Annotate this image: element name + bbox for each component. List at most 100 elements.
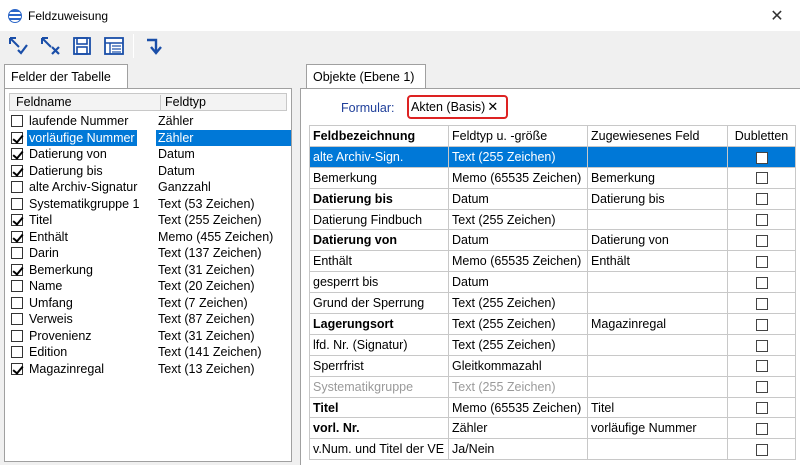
field-checkbox[interactable] xyxy=(11,263,23,276)
table-row[interactable]: gesperrt bis Datum xyxy=(309,271,796,294)
cell-feldbezeichnung[interactable]: Datierung von xyxy=(309,229,449,252)
table-row[interactable]: Grund der Sperrung Text (255 Zeichen) xyxy=(309,292,796,315)
field-checkbox[interactable] xyxy=(11,164,23,177)
cell-feldbezeichnung[interactable]: Bemerkung xyxy=(309,166,449,189)
close-button[interactable]: ✕ xyxy=(754,0,800,31)
field-checkbox[interactable] xyxy=(11,131,23,144)
dubletten-checkbox[interactable] xyxy=(755,402,768,415)
table-row[interactable]: Datierung Findbuch Text (255 Zeichen) xyxy=(309,208,796,231)
table-row[interactable]: Datierung von Datum Datierung von xyxy=(309,229,796,252)
tab-objekte[interactable]: Objekte (Ebene 1) xyxy=(306,64,426,88)
cell-feldbezeichnung[interactable]: Grund der Sperrung xyxy=(309,292,449,315)
dubletten-checkbox[interactable] xyxy=(755,172,768,185)
cell-feldtyp[interactable]: Text (255 Zeichen) xyxy=(448,208,588,231)
field-checkbox[interactable] xyxy=(11,214,23,226)
dubletten-checkbox[interactable] xyxy=(755,193,768,206)
table-row[interactable]: Systematikgruppe Text (255 Zeichen) xyxy=(309,375,796,398)
list-item[interactable]: vorläufige Nummer Zähler xyxy=(9,129,291,147)
formular-select[interactable]: Akten (Basis) ✕ xyxy=(407,95,508,119)
list-item[interactable]: Enthält Memo (455 Zeichen) xyxy=(9,229,291,246)
dubletten-checkbox[interactable] xyxy=(755,360,768,373)
cell-zugewiesenes-feld[interactable]: Magazinregal xyxy=(587,313,728,335)
table-row[interactable]: Titel Memo (65535 Zeichen) Titel xyxy=(309,396,796,419)
cell-feldtyp[interactable]: Text (255 Zeichen) xyxy=(448,313,588,335)
cell-zugewiesenes-feld[interactable]: Bemerkung xyxy=(587,166,728,189)
assign-button[interactable] xyxy=(3,33,33,59)
cell-zugewiesenes-feld[interactable] xyxy=(587,354,728,377)
list-item[interactable]: Verweis Text (87 Zeichen) xyxy=(9,311,291,328)
dubletten-checkbox[interactable] xyxy=(755,214,768,227)
tab-felder-der-tabelle[interactable]: Felder der Tabelle xyxy=(4,64,128,88)
table-row[interactable]: Bemerkung Memo (65535 Zeichen) Bemerkung xyxy=(309,166,796,189)
cell-feldtyp[interactable]: Text (255 Zeichen) xyxy=(448,333,588,356)
unassign-button[interactable] xyxy=(35,33,65,59)
cell-feldbezeichnung[interactable]: Enthält xyxy=(309,250,449,273)
cell-zugewiesenes-feld[interactable]: Datierung von xyxy=(587,229,728,252)
cell-feldbezeichnung[interactable]: lfd. Nr. (Signatur) xyxy=(309,333,449,356)
field-checkbox[interactable] xyxy=(11,115,23,127)
cell-feldtyp[interactable]: Datum xyxy=(448,229,588,252)
table-row[interactable]: Enthält Memo (65535 Zeichen) Enthält xyxy=(309,250,796,273)
field-checkbox[interactable] xyxy=(11,296,23,309)
field-checkbox[interactable] xyxy=(11,230,23,243)
list-item[interactable]: Titel Text (255 Zeichen) xyxy=(9,212,291,229)
cell-feldtyp[interactable]: Text (255 Zeichen) xyxy=(448,375,588,398)
list-item[interactable]: Datierung von Datum xyxy=(9,146,291,163)
list-item[interactable]: Provenienz Text (31 Zeichen) xyxy=(9,328,291,345)
return-button[interactable] xyxy=(138,33,168,59)
field-checkbox[interactable] xyxy=(11,362,23,375)
cell-zugewiesenes-feld[interactable] xyxy=(587,208,728,231)
cell-zugewiesenes-feld[interactable]: Titel xyxy=(587,396,728,419)
cell-feldbezeichnung[interactable]: Lagerungsort xyxy=(309,313,449,335)
field-checkbox[interactable] xyxy=(11,247,23,259)
table-row[interactable]: v.Num. und Titel der VE Ja/Nein xyxy=(309,438,796,461)
clear-formular-icon[interactable]: ✕ xyxy=(487,99,498,115)
cell-feldtyp[interactable]: Text (255 Zeichen) xyxy=(448,145,588,168)
cell-zugewiesenes-feld[interactable] xyxy=(587,292,728,315)
list-item[interactable]: Umfang Text (7 Zeichen) xyxy=(9,295,291,312)
cell-feldbezeichnung[interactable]: vorl. Nr. xyxy=(309,417,449,440)
column-header-dubletten[interactable]: Dubletten xyxy=(727,125,796,147)
field-checkbox[interactable] xyxy=(11,346,23,358)
save-button[interactable] xyxy=(67,33,97,59)
dubletten-checkbox[interactable] xyxy=(755,318,768,331)
field-checkbox[interactable] xyxy=(11,280,23,292)
column-header-zugewiesenes-feld[interactable]: Zugewiesenes Feld xyxy=(587,125,728,147)
dubletten-checkbox[interactable] xyxy=(755,381,768,394)
cell-feldbezeichnung[interactable]: Systematikgruppe xyxy=(309,375,449,398)
cell-feldtyp[interactable]: Zähler xyxy=(448,417,588,440)
field-checkbox[interactable] xyxy=(11,329,23,342)
table-row[interactable]: lfd. Nr. (Signatur) Text (255 Zeichen) xyxy=(309,333,796,356)
dubletten-checkbox[interactable] xyxy=(755,151,768,164)
cell-zugewiesenes-feld[interactable] xyxy=(587,271,728,294)
cell-zugewiesenes-feld[interactable] xyxy=(587,333,728,356)
list-item[interactable]: Edition Text (141 Zeichen) xyxy=(9,344,291,361)
cell-feldbezeichnung[interactable]: gesperrt bis xyxy=(309,271,449,294)
table-row[interactable]: Sperrfrist Gleitkommazahl xyxy=(309,354,796,377)
list-item[interactable]: Systematikgruppe 1 Text (53 Zeichen) xyxy=(9,196,291,213)
cell-zugewiesenes-feld[interactable] xyxy=(587,438,728,461)
table-row[interactable]: alte Archiv-Sign. Text (255 Zeichen) xyxy=(309,145,796,168)
list-item[interactable]: laufende Nummer Zähler xyxy=(9,113,291,130)
field-checkbox[interactable] xyxy=(11,197,23,210)
table-row[interactable]: Datierung bis Datum Datierung bis xyxy=(309,187,796,210)
cell-feldtyp[interactable]: Memo (65535 Zeichen) xyxy=(448,166,588,189)
column-header-feldname[interactable]: Feldname xyxy=(16,95,72,109)
dubletten-checkbox[interactable] xyxy=(755,235,768,248)
cell-feldtyp[interactable]: Gleitkommazahl xyxy=(448,354,588,377)
list-item[interactable]: alte Archiv-Signatur Ganzzahl xyxy=(9,179,291,196)
cell-feldtyp[interactable]: Datum xyxy=(448,187,588,210)
list-item[interactable]: Magazinregal Text (13 Zeichen) xyxy=(9,361,291,378)
cell-feldbezeichnung[interactable]: Titel xyxy=(309,396,449,419)
list-item[interactable]: Bemerkung Text (31 Zeichen) xyxy=(9,262,291,279)
cell-zugewiesenes-feld[interactable] xyxy=(587,375,728,398)
table-row[interactable]: vorl. Nr. Zähler vorläufige Nummer xyxy=(309,417,796,440)
cell-feldtyp[interactable]: Ja/Nein xyxy=(448,438,588,461)
field-checkbox[interactable] xyxy=(11,181,23,193)
cell-feldtyp[interactable]: Memo (65535 Zeichen) xyxy=(448,250,588,273)
dubletten-checkbox[interactable] xyxy=(755,444,768,456)
list-item[interactable]: Datierung bis Datum xyxy=(9,163,291,180)
cell-feldbezeichnung[interactable]: alte Archiv-Sign. xyxy=(309,145,449,168)
column-header-feldtyp-groesse[interactable]: Feldtyp u. -größe xyxy=(448,125,588,147)
dubletten-checkbox[interactable] xyxy=(755,339,768,352)
